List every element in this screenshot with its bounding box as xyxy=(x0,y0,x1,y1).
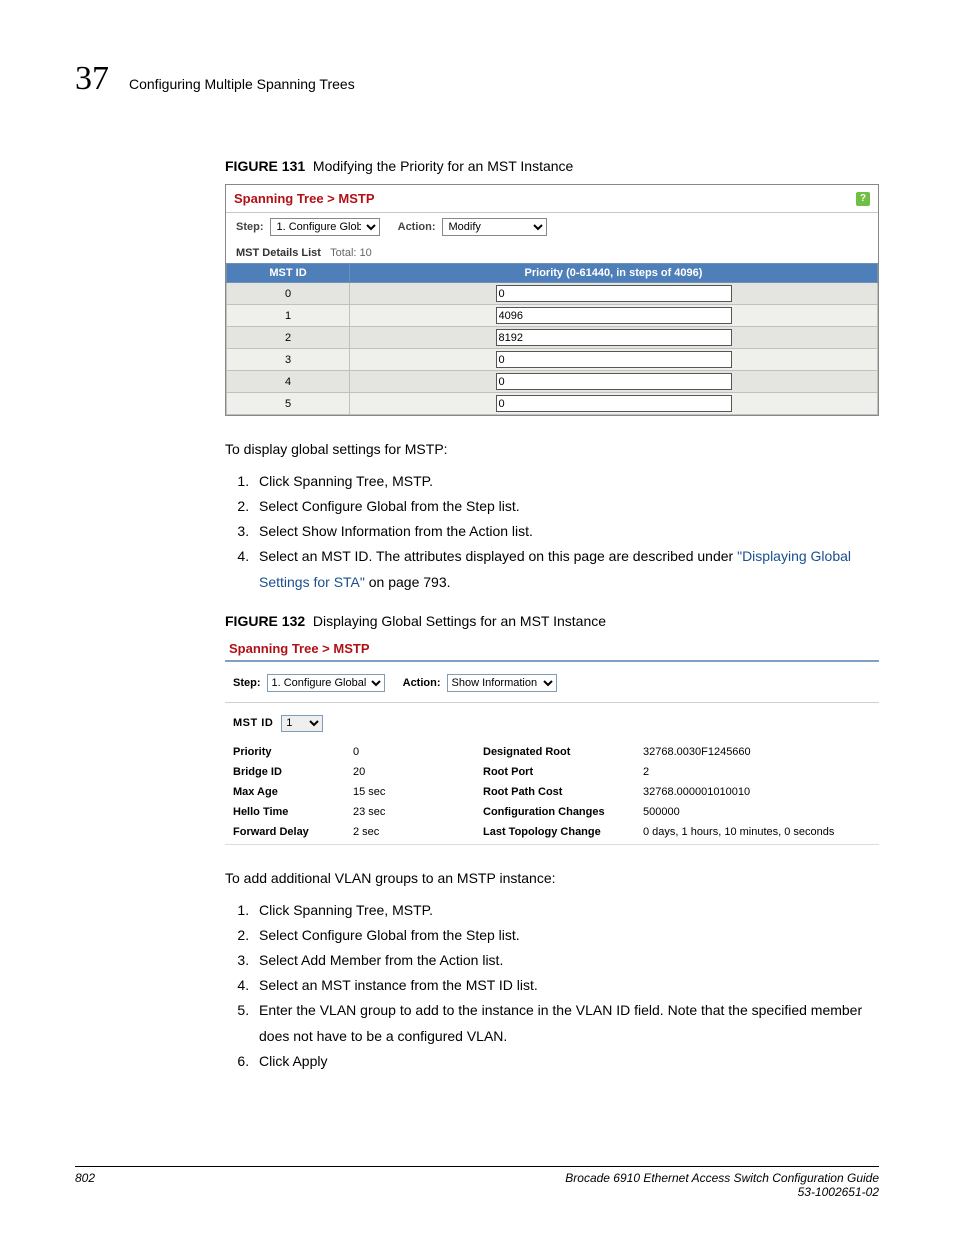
designated-root-value: 32768.0030F1245660 xyxy=(643,746,871,758)
mstid-select[interactable]: 1 xyxy=(281,715,323,732)
body-text: To display global settings for MSTP: xyxy=(225,440,879,459)
priority-input[interactable] xyxy=(496,307,732,324)
bridge-id-label: Bridge ID xyxy=(233,766,353,778)
last-topology-change-value: 0 days, 1 hours, 10 minutes, 0 seconds xyxy=(643,826,871,838)
action-select[interactable]: Modify xyxy=(442,218,547,236)
body-text: To add additional VLAN groups to an MSTP… xyxy=(225,869,879,888)
chapter-title: Configuring Multiple Spanning Trees xyxy=(129,76,355,92)
breadcrumb: Spanning Tree > MSTP xyxy=(225,639,879,662)
action-select[interactable]: Show Information xyxy=(447,674,557,692)
list-item: Select Configure Global from the Step li… xyxy=(253,494,879,519)
list-item: Select Configure Global from the Step li… xyxy=(253,923,879,948)
priority-input[interactable] xyxy=(496,329,732,346)
config-changes-value: 500000 xyxy=(643,806,871,818)
priority-label: Priority xyxy=(233,746,353,758)
figure-132-screenshot: Spanning Tree > MSTP Step: 1. Configure … xyxy=(225,639,879,845)
figure-131-screenshot: Spanning Tree > MSTP ? Step: 1. Configur… xyxy=(225,184,879,416)
root-port-label: Root Port xyxy=(483,766,643,778)
figure-131-caption: FIGURE 131 Modifying the Priority for an… xyxy=(225,158,879,174)
steps-list-2: Click Spanning Tree, MSTP. Select Config… xyxy=(225,898,879,1074)
table-row: 1 xyxy=(227,305,878,327)
hello-time-value: 23 sec xyxy=(353,806,483,818)
last-topology-change-label: Last Topology Change xyxy=(483,826,643,838)
list-item: Click Apply xyxy=(253,1049,879,1074)
config-changes-label: Configuration Changes xyxy=(483,806,643,818)
priority-value: 0 xyxy=(353,746,483,758)
max-age-label: Max Age xyxy=(233,786,353,798)
figure-132-title: Displaying Global Settings for an MST In… xyxy=(313,613,606,629)
list-item: Select an MST ID. The attributes display… xyxy=(253,544,879,594)
table-row: 0 xyxy=(227,283,878,305)
step-label: Step: xyxy=(236,221,264,233)
help-icon[interactable]: ? xyxy=(856,192,870,206)
forward-delay-value: 2 sec xyxy=(353,826,483,838)
table-row: 5 xyxy=(227,393,878,415)
list-item: Enter the VLAN group to add to the insta… xyxy=(253,998,879,1048)
step-label: Step: xyxy=(233,677,261,689)
root-port-value: 2 xyxy=(643,766,871,778)
page-footer: 802 Brocade 6910 Ethernet Access Switch … xyxy=(75,1166,879,1199)
table-row: 4 xyxy=(227,371,878,393)
settings-grid: Priority 0 Designated Root 32768.0030F12… xyxy=(225,744,879,840)
priority-input[interactable] xyxy=(496,285,732,302)
page-number: 802 xyxy=(75,1171,95,1199)
list-title: MST Details List xyxy=(236,247,321,259)
figure-131-label: FIGURE 131 xyxy=(225,158,305,174)
action-label: Action: xyxy=(398,221,436,233)
hello-time-label: Hello Time xyxy=(233,806,353,818)
figure-132-caption: FIGURE 132 Displaying Global Settings fo… xyxy=(225,613,879,629)
steps-list-1: Click Spanning Tree, MSTP. Select Config… xyxy=(225,469,879,595)
step-select[interactable]: 1. Configure Global xyxy=(270,218,380,236)
figure-131-title: Modifying the Priority for an MST Instan… xyxy=(313,158,573,174)
chapter-number: 37 xyxy=(75,60,109,98)
mstid-label: MST ID xyxy=(233,717,273,729)
action-label: Action: xyxy=(403,677,441,689)
list-item: Select Add Member from the Action list. xyxy=(253,948,879,973)
figure-132-label: FIGURE 132 xyxy=(225,613,305,629)
bridge-id-value: 20 xyxy=(353,766,483,778)
forward-delay-label: Forward Delay xyxy=(233,826,353,838)
priority-input[interactable] xyxy=(496,373,732,390)
designated-root-label: Designated Root xyxy=(483,746,643,758)
root-path-cost-label: Root Path Cost xyxy=(483,786,643,798)
list-item: Click Spanning Tree, MSTP. xyxy=(253,469,879,494)
max-age-value: 15 sec xyxy=(353,786,483,798)
table-row: 3 xyxy=(227,349,878,371)
col-header-mstid: MST ID xyxy=(227,264,350,283)
breadcrumb: Spanning Tree > MSTP xyxy=(234,191,375,206)
step-select[interactable]: 1. Configure Global xyxy=(267,674,385,692)
list-item: Click Spanning Tree, MSTP. xyxy=(253,898,879,923)
list-item: Select Show Information from the Action … xyxy=(253,519,879,544)
priority-input[interactable] xyxy=(496,395,732,412)
running-header: 37 Configuring Multiple Spanning Trees xyxy=(75,60,879,98)
col-header-priority: Priority (0-61440, in steps of 4096) xyxy=(350,264,878,283)
mst-details-table: MST ID Priority (0-61440, in steps of 40… xyxy=(226,263,878,415)
table-row: 2 xyxy=(227,327,878,349)
doc-number: 53-1002651-02 xyxy=(798,1185,879,1199)
book-title: Brocade 6910 Ethernet Access Switch Conf… xyxy=(565,1171,879,1185)
root-path-cost-value: 32768.000001010010 xyxy=(643,786,871,798)
priority-input[interactable] xyxy=(496,351,732,368)
list-item: Select an MST instance from the MST ID l… xyxy=(253,973,879,998)
